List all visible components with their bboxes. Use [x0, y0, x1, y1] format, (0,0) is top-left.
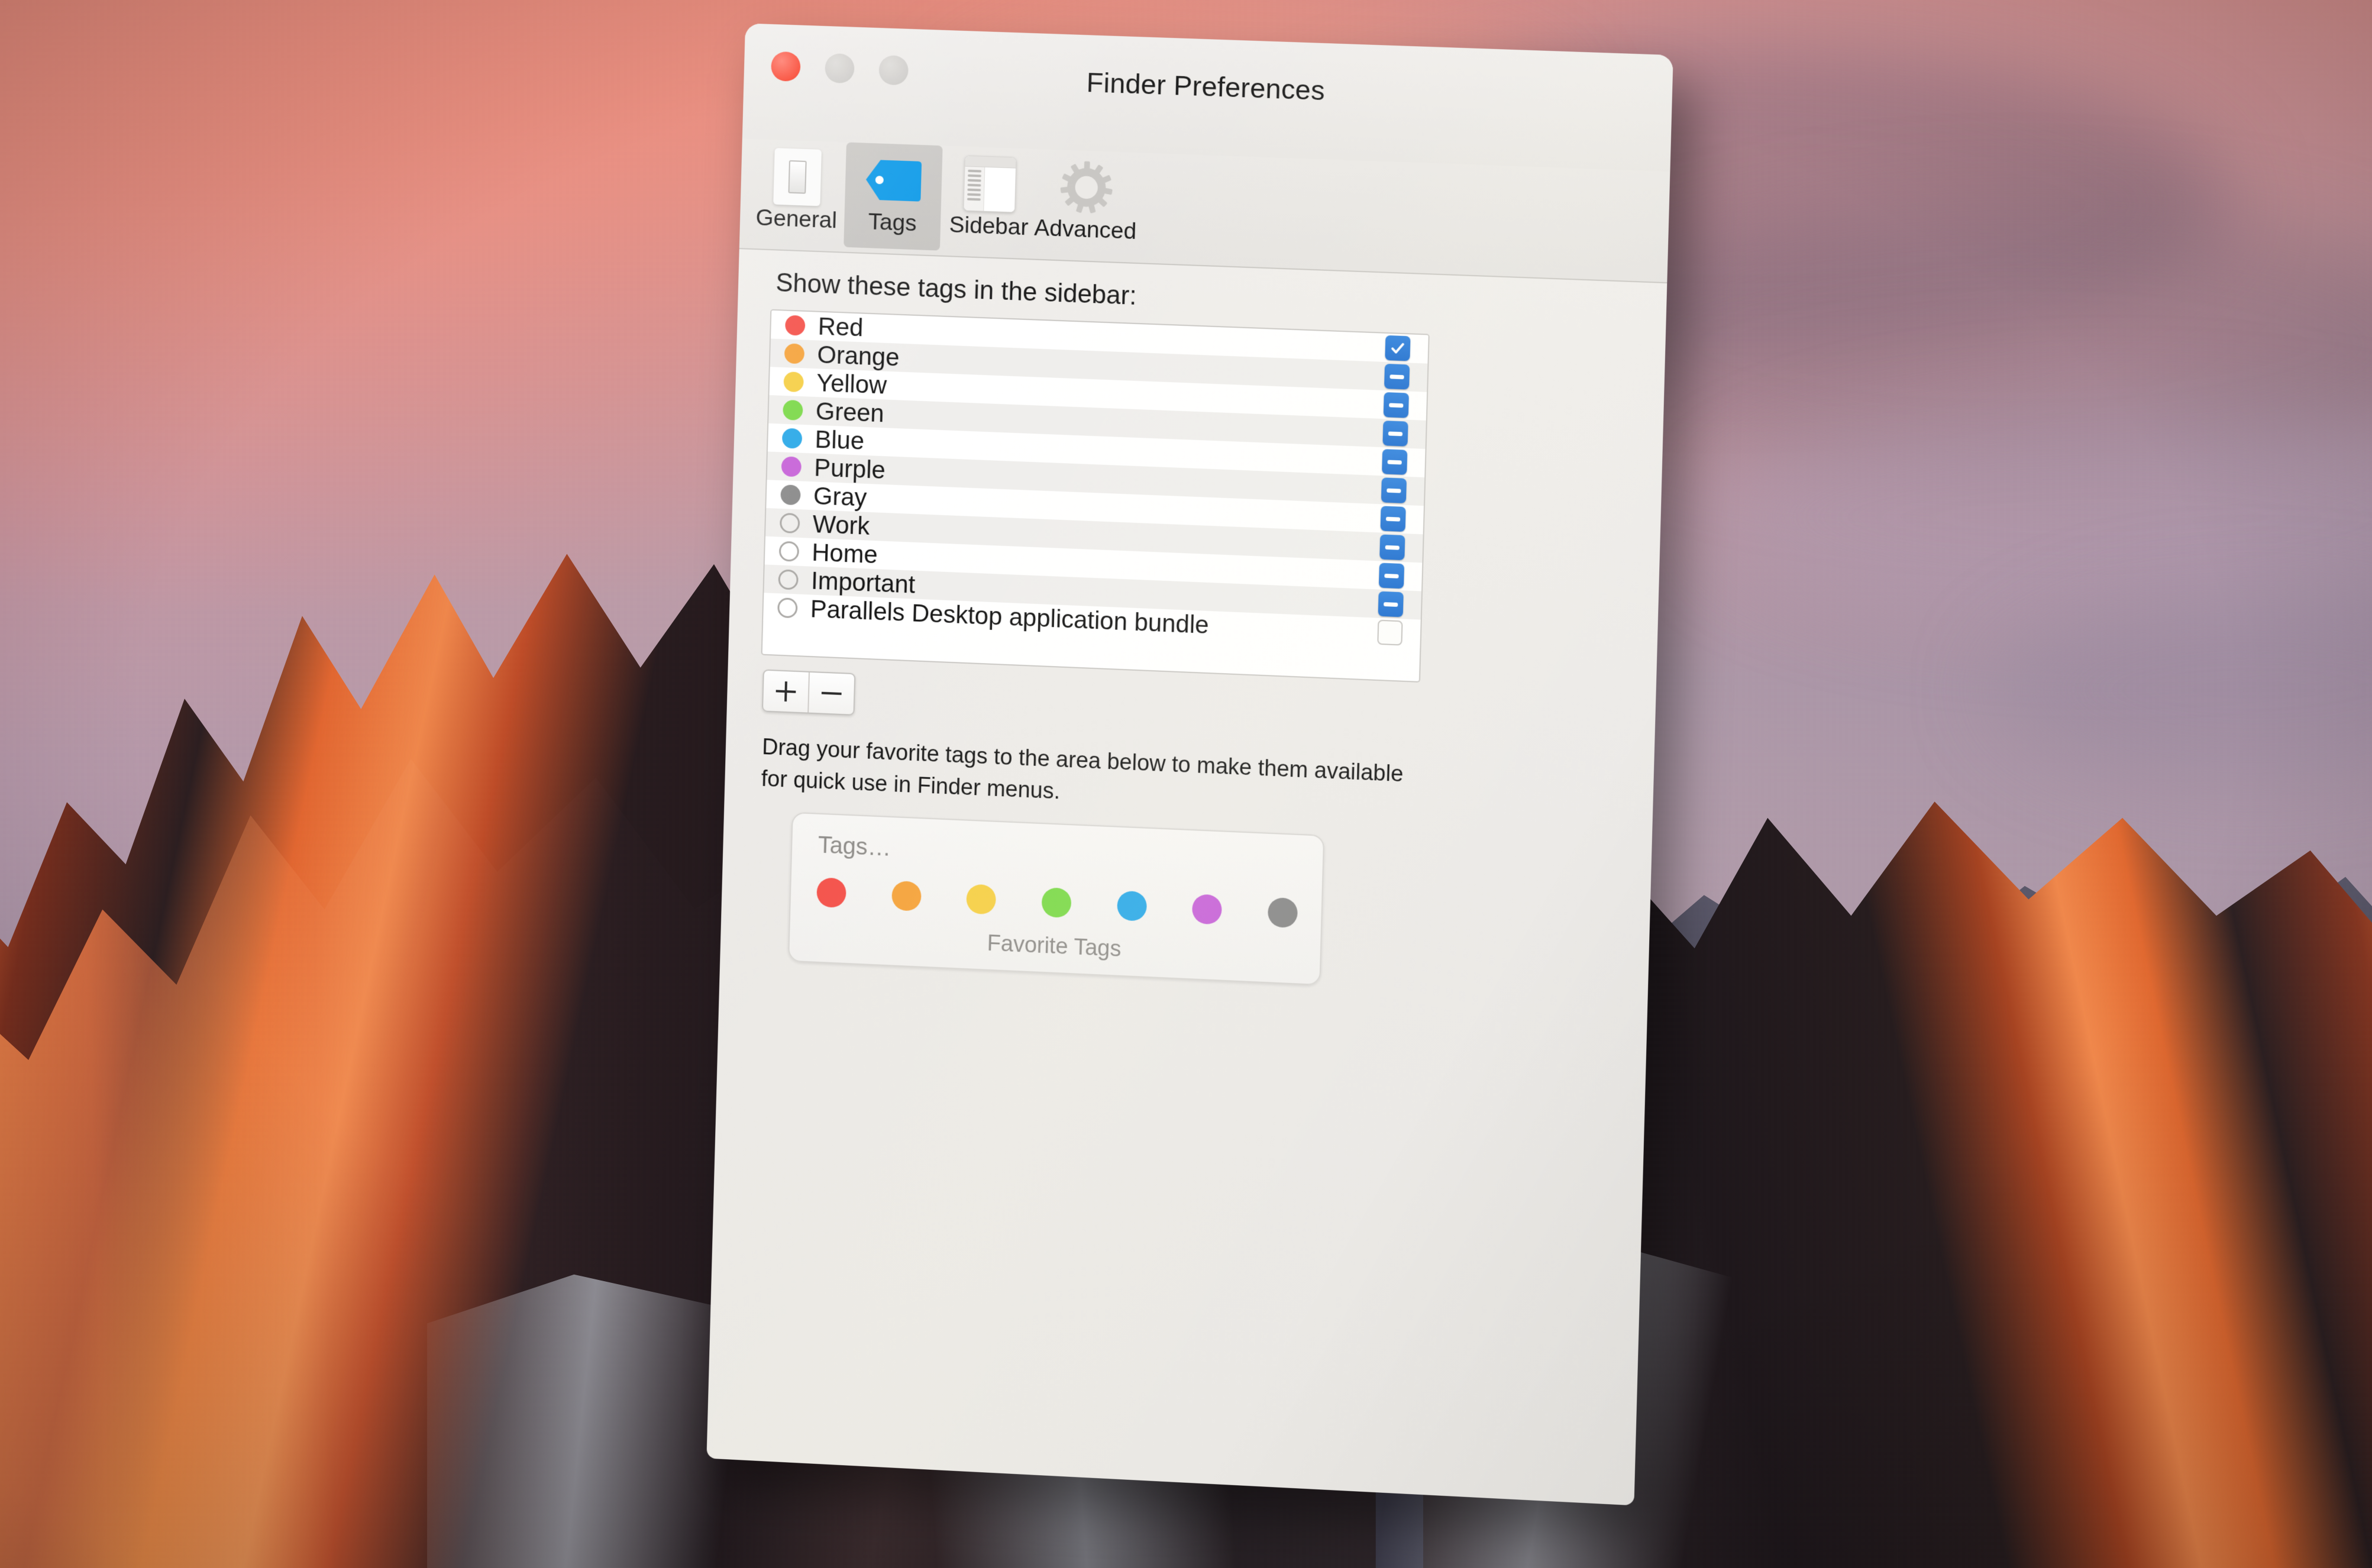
- tag-color-dot: [781, 456, 802, 477]
- tag-sidebar-checkbox[interactable]: [1382, 421, 1408, 447]
- dash-icon: [1387, 488, 1401, 493]
- tag-color-dot: [778, 569, 799, 590]
- favorites-hint-text: Drag your favorite tags to the area belo…: [761, 735, 1404, 804]
- tab-advanced-label: Advanced: [1033, 215, 1137, 244]
- tag-color-dot: [780, 484, 801, 506]
- tag-name-label: Yellow: [816, 368, 887, 399]
- tag-name-label: Green: [815, 397, 885, 428]
- dash-icon: [1384, 602, 1398, 607]
- section-label: Show these tags in the sidebar:: [775, 268, 1137, 311]
- tag-color-dot: [784, 315, 806, 336]
- tag-color-dot: [783, 399, 803, 421]
- tab-advanced[interactable]: Advanced: [1033, 149, 1137, 258]
- tab-general[interactable]: General: [748, 139, 846, 247]
- tag-sidebar-checkbox[interactable]: [1383, 392, 1409, 418]
- tag-color-dot: [779, 512, 800, 534]
- favorites-placeholder-label: Tags…: [817, 832, 891, 861]
- tab-tags[interactable]: Tags: [844, 142, 943, 251]
- dash-icon: [1385, 545, 1400, 550]
- tag-sidebar-checkbox[interactable]: [1385, 335, 1411, 361]
- tag-sidebar-checkbox[interactable]: [1384, 363, 1410, 390]
- window-title: Finder Preferences: [1086, 66, 1326, 106]
- dash-icon: [1389, 374, 1404, 379]
- tag-name-label: Gray: [813, 481, 867, 512]
- check-icon: [1389, 340, 1405, 356]
- tag-sidebar-checkbox[interactable]: [1377, 619, 1403, 646]
- dash-icon: [1385, 516, 1401, 522]
- dash-icon: [1387, 460, 1402, 465]
- tag-name-label: Purple: [813, 453, 886, 484]
- tag-name-label: Orange: [816, 340, 900, 371]
- favorite-tags-dropzone[interactable]: Tags… Favorite Tags: [788, 812, 1325, 986]
- favorite-tag-dot[interactable]: [1116, 890, 1147, 922]
- favorite-tag-dots[interactable]: [816, 871, 1298, 935]
- tag-sidebar-checkbox[interactable]: [1378, 591, 1404, 617]
- tab-tags-label: Tags: [868, 209, 917, 237]
- favorite-tag-dot[interactable]: [966, 884, 997, 915]
- tab-sidebar-label: Sidebar: [949, 212, 1029, 241]
- sidebar-window-icon: [963, 153, 1017, 216]
- remove-tag-button[interactable]: [809, 673, 854, 715]
- add-remove-tag-group: [761, 669, 856, 716]
- dash-icon: [1389, 402, 1404, 408]
- add-tag-button[interactable]: [763, 671, 809, 713]
- favorite-tag-dot[interactable]: [816, 877, 847, 909]
- tab-sidebar[interactable]: Sidebar: [940, 146, 1039, 254]
- tag-color-dot: [778, 541, 800, 562]
- favorite-tag-dot[interactable]: [1192, 894, 1223, 925]
- tag-name-label: Important: [810, 566, 916, 599]
- gear-icon: [1057, 156, 1115, 219]
- dash-icon: [1388, 431, 1403, 436]
- tag-sidebar-checkbox[interactable]: [1380, 506, 1406, 532]
- tag-color-dot: [783, 371, 804, 393]
- favorite-tag-dot[interactable]: [1041, 887, 1072, 919]
- tag-name-label: Red: [817, 312, 864, 342]
- finder-preferences-window: Finder Preferences General Tags Sidebar …: [706, 23, 1673, 1506]
- light-switch-icon: [773, 146, 822, 208]
- tab-general-label: General: [755, 205, 838, 234]
- tag-sidebar-checkbox[interactable]: [1381, 477, 1407, 503]
- favorite-tag-dot[interactable]: [891, 880, 922, 911]
- plus-icon: [775, 681, 796, 701]
- tag-color-dot: [784, 343, 805, 364]
- tag-sidebar-checkbox[interactable]: [1379, 534, 1405, 561]
- tag-list[interactable]: Red Orange Yellow Green Blue Purple Gray Work Ho…: [761, 309, 1430, 683]
- tag-sidebar-checkbox[interactable]: [1378, 562, 1405, 589]
- favorite-tag-dot[interactable]: [1267, 897, 1298, 929]
- blue-tag-icon: [864, 149, 923, 212]
- tag-sidebar-checkbox[interactable]: [1382, 449, 1408, 475]
- tag-name-label: Blue: [815, 425, 865, 455]
- tag-name-label: Work: [812, 510, 870, 540]
- tag-color-dot: [777, 597, 798, 619]
- dash-icon: [1384, 573, 1399, 578]
- tag-color-dot: [781, 428, 803, 449]
- minus-icon: [821, 691, 842, 696]
- tag-name-label: Home: [811, 538, 878, 569]
